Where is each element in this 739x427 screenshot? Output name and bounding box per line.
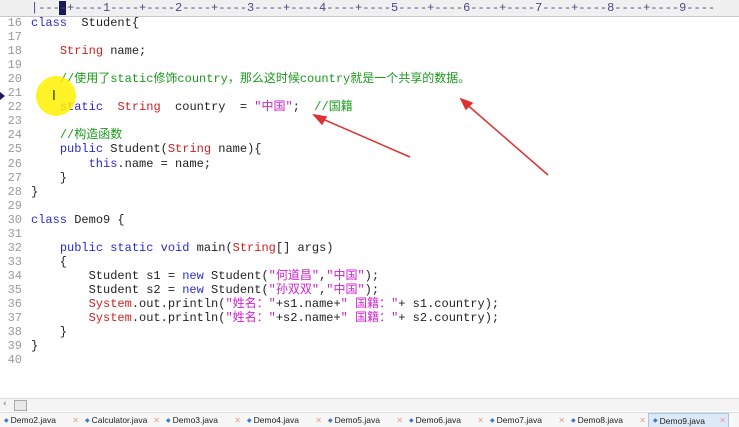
annotation-arrow-2 (463, 101, 549, 176)
close-tab-icon[interactable]: ✕ (719, 416, 726, 425)
file-tab-bar: ◆ Demo2.java ✕ ◆ Calculator.java ✕ ◆ Demo3.java… (0, 412, 739, 427)
file-tab-label: Demo4.java (253, 415, 299, 425)
close-tab-icon[interactable]: ✕ (315, 416, 322, 425)
file-tab-label: Demo9.java (659, 415, 705, 426)
java-file-icon: ◆ (409, 417, 414, 424)
close-tab-icon[interactable]: ✕ (72, 416, 79, 425)
file-tab-label: Demo3.java (172, 415, 218, 425)
java-file-icon: ◆ (653, 418, 658, 424)
close-tab-icon[interactable]: ✕ (477, 416, 484, 425)
file-tab-label: Demo5.java (334, 415, 380, 425)
file-tab-label: Calculator.java (91, 415, 148, 425)
annotation-arrow-1 (317, 116, 411, 158)
scrollbar-thumb[interactable] (14, 400, 27, 411)
file-tab[interactable]: ◆ Demo9.java ✕ (648, 413, 729, 427)
file-tab-label: Demo2.java (10, 415, 56, 425)
file-tab[interactable]: ◆ Demo2.java ✕ (0, 413, 81, 427)
file-tab-label: Demo6.java (415, 415, 461, 425)
close-tab-icon[interactable]: ✕ (396, 416, 403, 425)
java-file-icon: ◆ (166, 417, 171, 424)
close-tab-icon[interactable]: ✕ (639, 416, 646, 425)
file-tab[interactable]: ◆ Demo8.java ✕ (567, 413, 648, 427)
close-tab-icon[interactable]: ✕ (153, 416, 160, 425)
file-tab[interactable]: ◆ Demo4.java ✕ (243, 413, 324, 427)
java-file-icon: ◆ (328, 417, 333, 424)
java-file-icon: ◆ (490, 417, 495, 424)
java-file-icon: ◆ (247, 417, 252, 424)
file-tab[interactable]: ◆ Calculator.java ✕ (81, 413, 162, 427)
java-file-icon: ◆ (85, 417, 90, 424)
close-tab-icon[interactable]: ✕ (234, 416, 241, 425)
file-tab[interactable]: ◆ Demo7.java ✕ (486, 413, 567, 427)
java-file-icon: ◆ (571, 417, 576, 424)
file-tab[interactable]: ◆ Demo6.java ✕ (405, 413, 486, 427)
file-tab[interactable]: ◆ Demo3.java ✕ (162, 413, 243, 427)
scroll-left-icon[interactable]: ‹ (3, 399, 7, 409)
file-tab-label: Demo8.java (577, 415, 623, 425)
file-tab-label: Demo7.java (496, 415, 542, 425)
close-tab-icon[interactable]: ✕ (558, 416, 565, 425)
arrowhead-1-icon (312, 113, 328, 126)
horizontal-scrollbar[interactable]: ‹ (0, 398, 739, 411)
file-tab[interactable]: ◆ Demo5.java ✕ (324, 413, 405, 427)
java-file-icon: ◆ (4, 417, 9, 424)
annotation-arrows (312, 97, 549, 176)
